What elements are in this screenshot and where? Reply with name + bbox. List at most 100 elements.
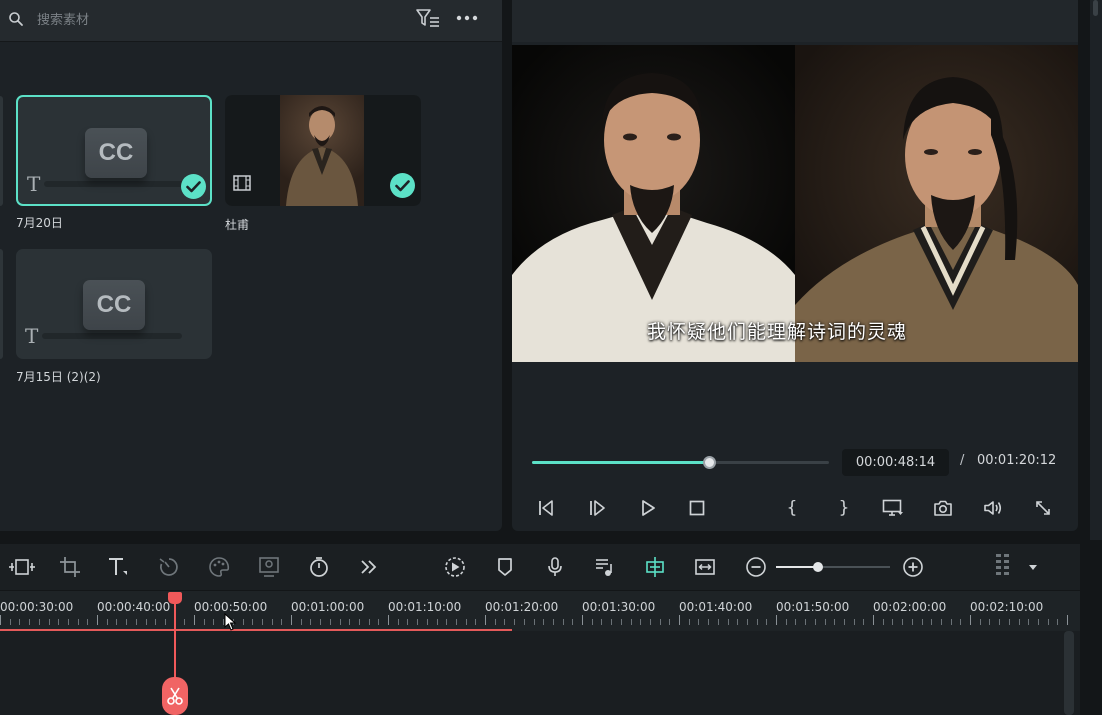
cc-icon: CC: [83, 280, 145, 330]
chevron-down-icon[interactable]: [1021, 555, 1045, 579]
zoom-fill: [776, 566, 819, 568]
ruler-tick: [902, 619, 904, 625]
subtitle-text: 我怀疑他们能理解诗词的灵魂: [647, 321, 908, 343]
ruler-tick: [940, 619, 942, 625]
ruler-time-label: 00:00:50:00: [194, 600, 268, 614]
check-icon: [181, 174, 206, 199]
ruler-tick: [630, 619, 632, 625]
freeze-frame-icon[interactable]: [8, 555, 36, 579]
ruler-tick: [727, 619, 729, 625]
ruler-tick: [960, 619, 962, 625]
media-clip-video-1[interactable]: 杜甫: [225, 95, 421, 235]
scrollbar[interactable]: [1093, 0, 1098, 16]
ruler-tick: [145, 619, 147, 625]
microphone-icon[interactable]: [543, 555, 567, 579]
ruler-tick: [446, 619, 448, 625]
ruler-tick: [300, 619, 302, 625]
ruler-tick: [805, 619, 807, 625]
title-type-icon: T: [27, 172, 41, 196]
clip-thumbnail[interactable]: [225, 95, 421, 206]
ruler-tick: [38, 619, 40, 625]
mouse-cursor-icon: [224, 613, 237, 631]
marker-icon[interactable]: [493, 555, 517, 579]
ruler-tick: [339, 619, 341, 625]
auto-sync-icon[interactable]: [643, 555, 667, 579]
timeline-scrollbar[interactable]: [1064, 631, 1074, 715]
ruler-tick: [737, 619, 739, 625]
stop-button[interactable]: [685, 496, 709, 520]
ruler-tick: [582, 615, 583, 625]
fit-timeline-icon[interactable]: [693, 555, 717, 579]
ruler-tick: [533, 619, 535, 625]
ruler-tick: [514, 619, 516, 625]
ruler-time-label: 00:02:00:00: [873, 600, 947, 614]
ruler-tick: [523, 619, 525, 625]
more-tools-icon[interactable]: [357, 555, 381, 579]
clip-thumbnail[interactable]: CC T: [16, 95, 212, 206]
step-back-button[interactable]: [534, 496, 558, 520]
playback-progress-bar[interactable]: [532, 456, 829, 469]
ruler-time-label: 00:01:10:00: [388, 600, 462, 614]
speed-icon[interactable]: [157, 555, 181, 579]
text-icon[interactable]: [107, 555, 131, 579]
media-search-bar[interactable]: 搜索素材: [0, 0, 502, 42]
ruler-tick: [135, 619, 137, 625]
ruler-tick: [281, 619, 283, 625]
work-area-range[interactable]: [0, 629, 512, 631]
media-clip-title-2[interactable]: CC T 7月15日 (2)(2): [16, 249, 212, 389]
ruler-tick: [1047, 619, 1049, 625]
camera-snapshot-icon[interactable]: [931, 496, 955, 520]
step-forward-button[interactable]: [585, 496, 609, 520]
ruler-tick: [1028, 619, 1030, 625]
ai-portrait-icon[interactable]: [257, 555, 281, 579]
color-palette-icon[interactable]: [207, 555, 231, 579]
audio-beat-icon[interactable]: [593, 555, 617, 579]
ruler-tick: [504, 619, 506, 625]
ruler-tick: [785, 619, 787, 625]
volume-icon[interactable]: [981, 496, 1005, 520]
mark-in-button[interactable]: {: [780, 496, 804, 520]
title-type-icon: T: [25, 324, 39, 348]
ruler-tick: [291, 615, 292, 625]
ruler-tick: [271, 619, 273, 625]
ruler-tick: [979, 619, 981, 625]
zoom-handle[interactable]: [813, 562, 824, 572]
video-preview[interactable]: 我怀疑他们能理解诗词的灵魂: [512, 45, 1078, 362]
ruler-tick: [465, 619, 467, 625]
render-preview-icon[interactable]: [443, 555, 467, 579]
progress-handle[interactable]: [703, 456, 717, 469]
timeline-panel[interactable]: 00:00:30:00 00:00:40:00 00:00:50:00 00:01:0…: [0, 591, 1080, 715]
zoom-out-icon[interactable]: [744, 555, 768, 579]
crop-icon[interactable]: [58, 555, 82, 579]
media-clip-title-1[interactable]: CC T 7月20日: [16, 95, 212, 235]
timeline-zoom-slider[interactable]: [776, 562, 890, 572]
ruler-tick: [358, 619, 360, 625]
ruler-tick: [669, 619, 671, 625]
more-dots-icon[interactable]: [455, 8, 479, 32]
ruler-tick: [873, 615, 874, 625]
ruler-tick: [999, 619, 1001, 625]
ruler-tick: [106, 619, 108, 625]
filter-list-icon[interactable]: [415, 7, 441, 33]
ruler-tick: [766, 619, 768, 625]
layout-grid-icon[interactable]: [991, 554, 1015, 579]
timeline-ruler[interactable]: 00:00:30:00 00:00:40:00 00:00:50:00 00:01:0…: [0, 591, 1080, 631]
clip-thumbnail[interactable]: CC T: [16, 249, 212, 359]
ruler-tick: [776, 615, 777, 625]
display-settings-icon[interactable]: [881, 496, 905, 520]
mark-out-button[interactable]: }: [832, 496, 856, 520]
ruler-tick: [950, 619, 952, 625]
ruler-tick: [611, 619, 613, 625]
fullscreen-icon[interactable]: [1031, 496, 1055, 520]
search-input[interactable]: 搜索素材: [37, 9, 89, 28]
clip-name: 7月20日: [16, 216, 63, 230]
playhead-handle[interactable]: [168, 592, 182, 604]
play-button[interactable]: [636, 496, 660, 520]
current-time-display[interactable]: 00:00:48:14: [842, 449, 949, 476]
search-icon[interactable]: [8, 11, 24, 31]
timer-icon[interactable]: [307, 555, 331, 579]
zoom-in-icon[interactable]: [901, 555, 925, 579]
cc-icon: CC: [85, 128, 147, 178]
ruler-tick: [1037, 619, 1039, 625]
scissors-icon[interactable]: [162, 677, 188, 715]
